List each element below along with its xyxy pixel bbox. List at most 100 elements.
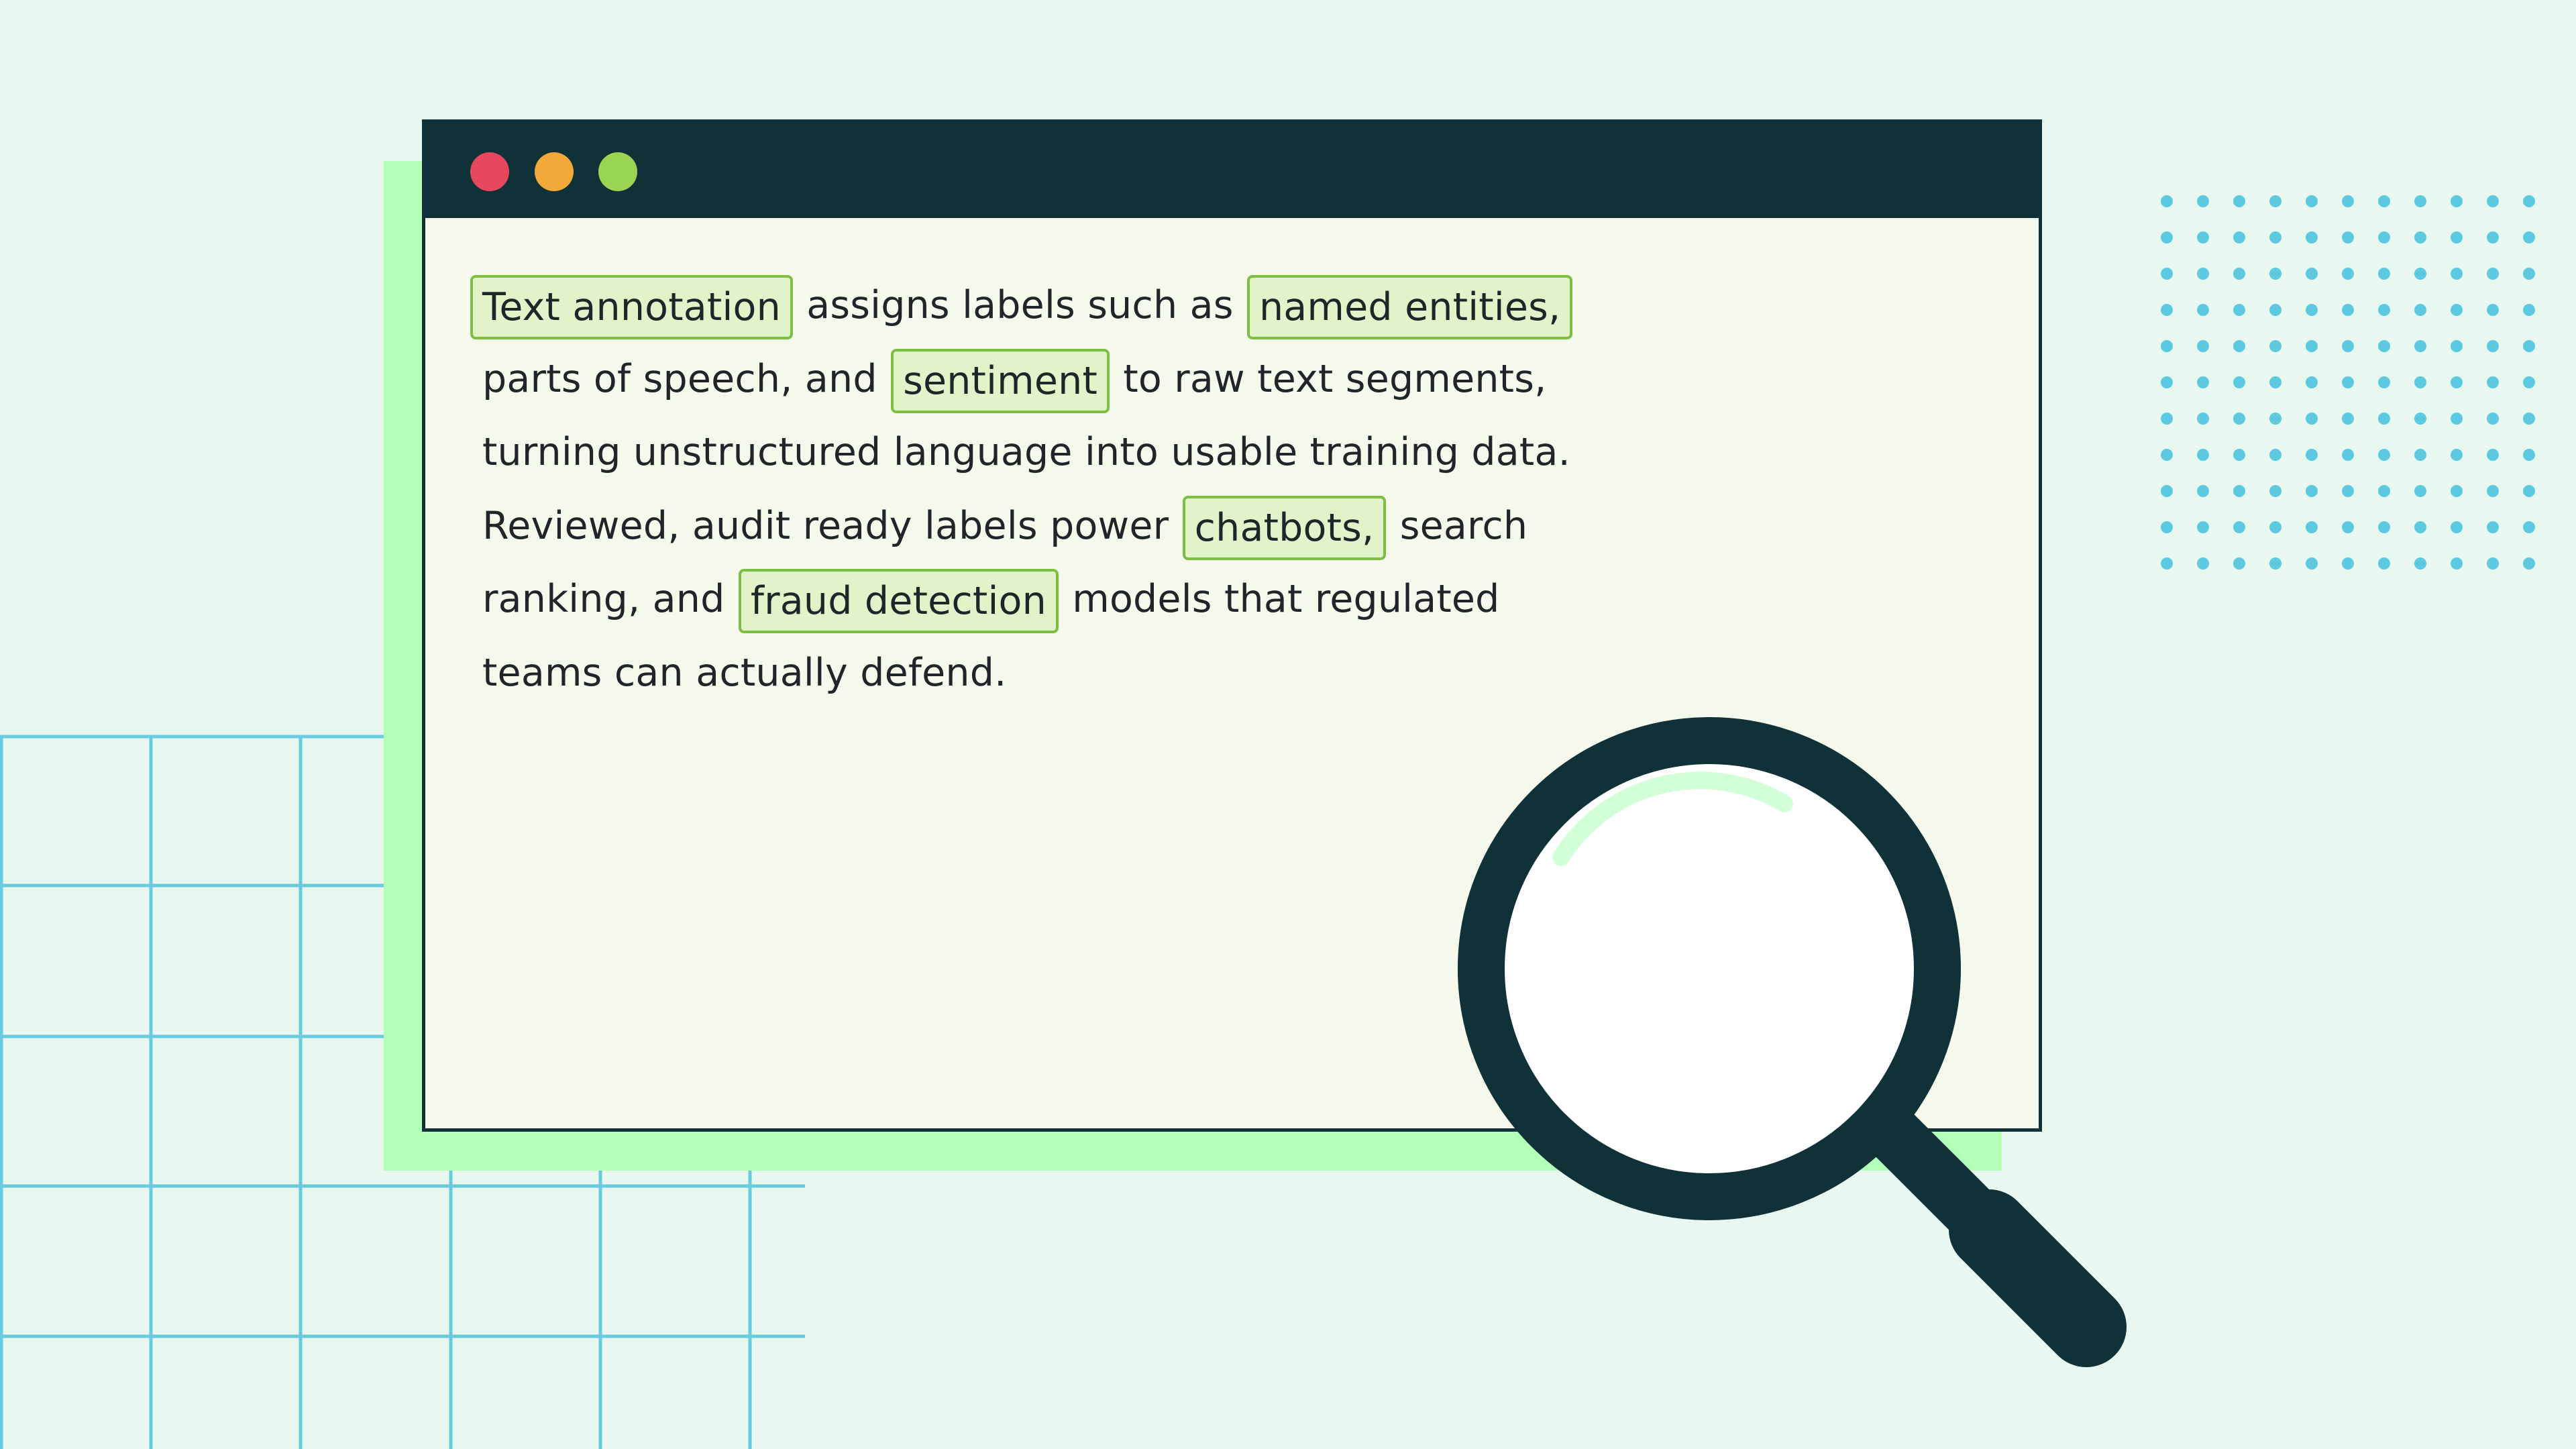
- close-button[interactable]: [470, 152, 509, 191]
- dot: [2269, 376, 2282, 388]
- text-segment: to raw text segments,: [1123, 356, 1547, 401]
- text-line-4: Reviewed, audit ready labels power chatb…: [482, 490, 1623, 564]
- dot: [2487, 195, 2499, 207]
- dot: [2414, 521, 2426, 533]
- dot: [2269, 195, 2282, 207]
- dot: [2269, 340, 2282, 352]
- dot: [2197, 485, 2209, 497]
- magnifier-handle: [1949, 1189, 2127, 1367]
- dot: [2523, 304, 2535, 316]
- dot: [2269, 557, 2282, 570]
- dot: [2306, 304, 2318, 316]
- dot: [2342, 268, 2354, 280]
- dot: [2414, 485, 2426, 497]
- dot: [2487, 268, 2499, 280]
- dot: [2451, 449, 2463, 461]
- dot: [2414, 376, 2426, 388]
- dot: [2197, 413, 2209, 425]
- dot: [2269, 413, 2282, 425]
- dot: [2342, 485, 2354, 497]
- dot: [2233, 340, 2245, 352]
- dot: [2451, 521, 2463, 533]
- text-segment: search: [1399, 503, 1528, 548]
- dot: [2269, 485, 2282, 497]
- dot: [2161, 304, 2173, 316]
- dot: [2233, 449, 2245, 461]
- dot: [2523, 376, 2535, 388]
- dot: [2233, 231, 2245, 244]
- dot: [2269, 521, 2282, 533]
- dot: [2306, 485, 2318, 497]
- dot: [2487, 485, 2499, 497]
- dot: [2451, 304, 2463, 316]
- text-line-3: turning unstructured language into usabl…: [482, 416, 1623, 490]
- dot: [2161, 231, 2173, 244]
- dot: [2342, 413, 2354, 425]
- dot: [2487, 413, 2499, 425]
- dot: [2487, 376, 2499, 388]
- maximize-button[interactable]: [598, 152, 637, 191]
- dot: [2487, 449, 2499, 461]
- dot: [2233, 304, 2245, 316]
- text-line-5: ranking, and fraud detection models that…: [482, 563, 1623, 637]
- dot: [2414, 268, 2426, 280]
- dot: [2451, 340, 2463, 352]
- dot: [2451, 413, 2463, 425]
- dot: [2378, 304, 2390, 316]
- dot: [2233, 557, 2245, 570]
- dot: [2306, 413, 2318, 425]
- dot: [2342, 449, 2354, 461]
- dot: [2197, 449, 2209, 461]
- dot: [2523, 413, 2535, 425]
- text-line-2: parts of speech, and sentiment to raw te…: [482, 343, 1623, 417]
- annotation-tag-named-entities[interactable]: named entities,: [1246, 275, 1573, 340]
- dot: [2306, 376, 2318, 388]
- dot: [2161, 521, 2173, 533]
- dot: [2378, 413, 2390, 425]
- dot: [2269, 449, 2282, 461]
- dot: [2233, 268, 2245, 280]
- dot: [2451, 231, 2463, 244]
- dot: [2414, 340, 2426, 352]
- dot: [2161, 340, 2173, 352]
- dot-matrix: [2161, 195, 2535, 570]
- dot: [2161, 376, 2173, 388]
- dot: [2378, 557, 2390, 570]
- minimize-button[interactable]: [535, 152, 574, 191]
- text-segment: turning unstructured language into usabl…: [482, 430, 1570, 474]
- dot: [2306, 449, 2318, 461]
- text-line-1: Text annotation assigns labels such as n…: [470, 269, 1623, 343]
- dot: [2161, 268, 2173, 280]
- dot: [2523, 521, 2535, 533]
- annotation-tag-chatbots[interactable]: chatbots,: [1182, 495, 1387, 560]
- dot: [2378, 231, 2390, 244]
- dot: [2233, 376, 2245, 388]
- dot: [2414, 304, 2426, 316]
- dot: [2342, 557, 2354, 570]
- dot: [2414, 195, 2426, 207]
- text-segment: Reviewed, audit ready labels power: [482, 503, 1169, 548]
- dot: [2197, 340, 2209, 352]
- dot: [2451, 268, 2463, 280]
- annotation-tag-fraud-detection[interactable]: fraud detection: [738, 569, 1059, 634]
- dot: [2197, 304, 2209, 316]
- dot: [2378, 449, 2390, 461]
- dot: [2342, 304, 2354, 316]
- text-segment: assigns labels such as: [806, 283, 1234, 327]
- dot: [2414, 413, 2426, 425]
- dot: [2342, 340, 2354, 352]
- dot: [2523, 449, 2535, 461]
- dot: [2233, 195, 2245, 207]
- dot: [2161, 413, 2173, 425]
- annotated-text-body: Text annotation assigns labels such as n…: [470, 269, 1623, 710]
- dot: [2414, 449, 2426, 461]
- dot: [2523, 557, 2535, 570]
- annotation-tag-text-annotation[interactable]: Text annotation: [470, 275, 793, 340]
- dot: [2197, 376, 2209, 388]
- dot: [2161, 449, 2173, 461]
- text-segment: ranking, and: [482, 577, 725, 621]
- annotation-tag-sentiment[interactable]: sentiment: [891, 348, 1110, 413]
- dot: [2269, 304, 2282, 316]
- dot: [2378, 195, 2390, 207]
- dot: [2487, 304, 2499, 316]
